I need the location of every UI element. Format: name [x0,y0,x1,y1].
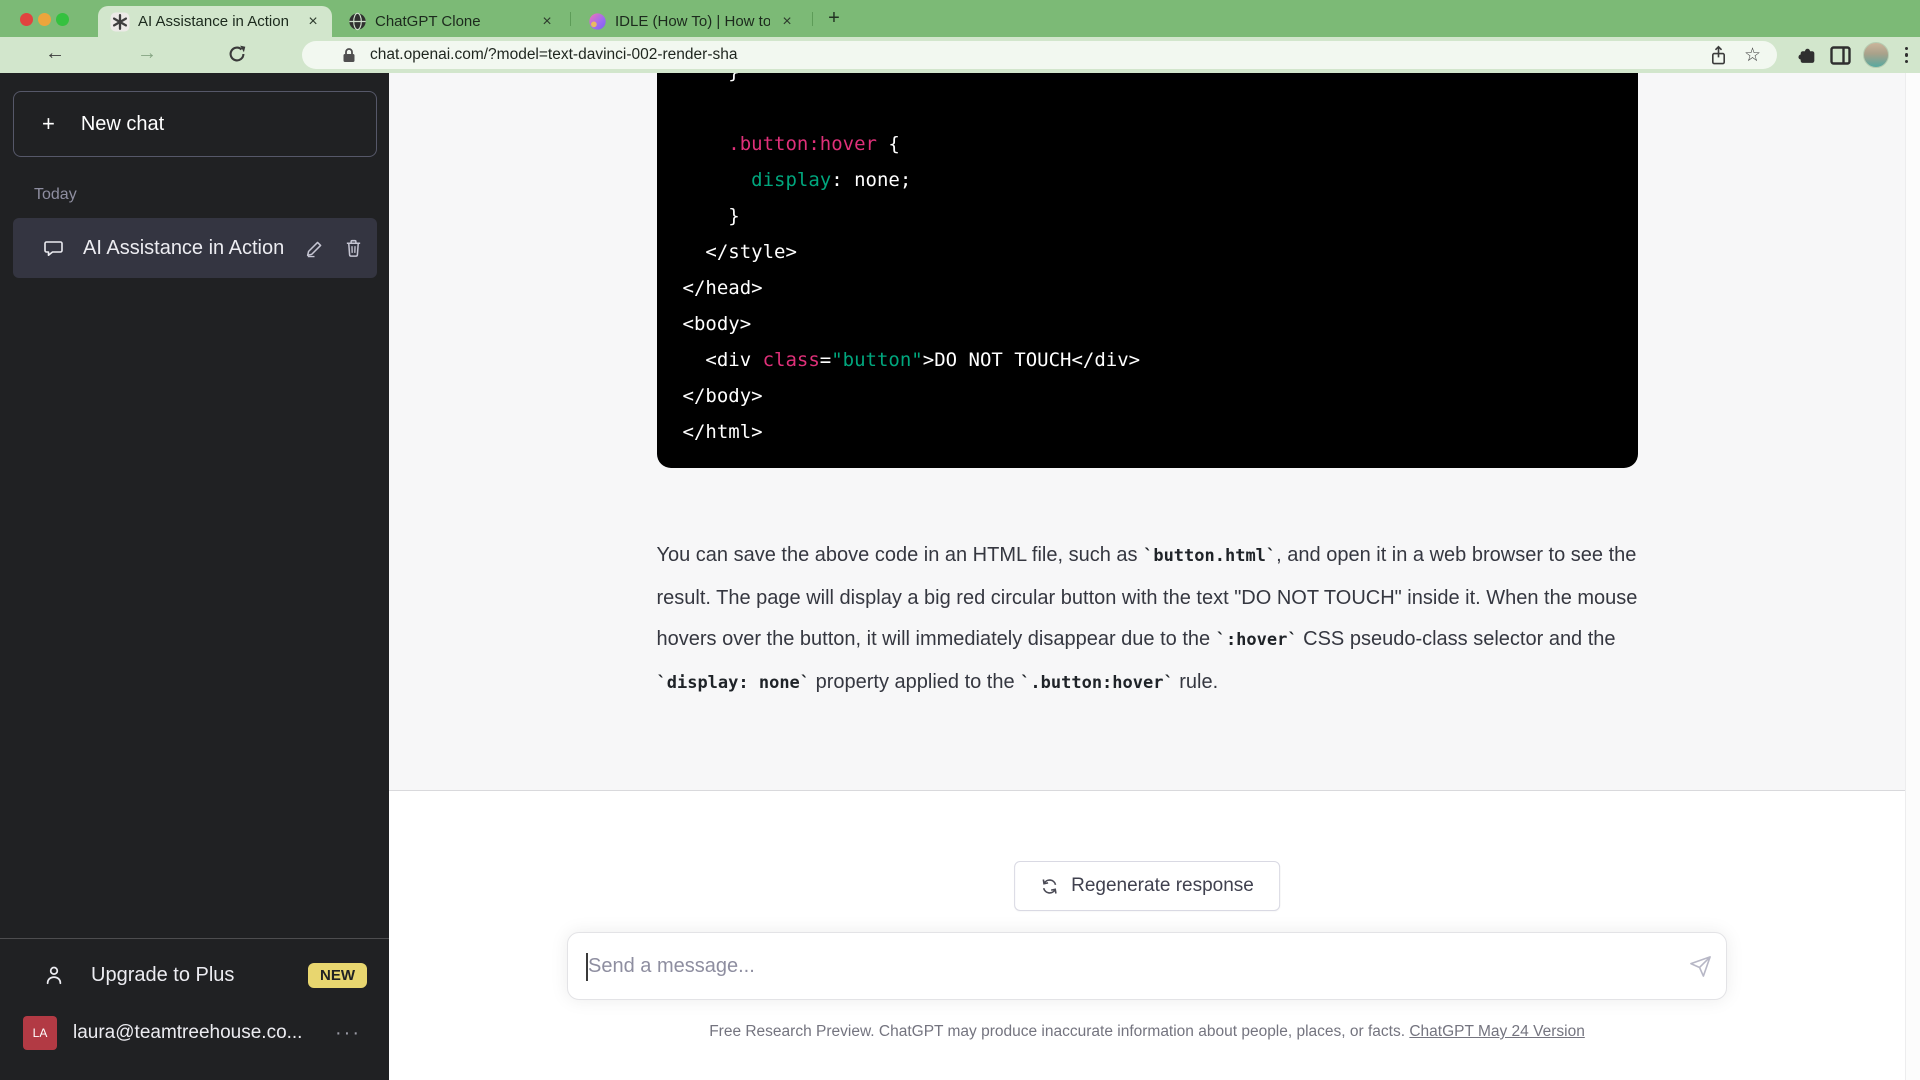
regenerate-icon [1040,877,1059,896]
share-icon[interactable] [1709,45,1728,66]
chat-bubble-icon [43,238,63,258]
account-email: laura@teamtreehouse.co... [73,1022,319,1044]
code-block: } .button:hover { display: none; } </sty… [657,73,1638,468]
message-input[interactable] [568,955,1674,978]
tab-title: AI Assistance in Action [138,13,296,30]
chatgpt-favicon-icon [110,12,130,32]
send-button[interactable] [1674,932,1726,1000]
plus-icon: + [42,111,55,137]
tab-separator [570,12,571,26]
chat-main: } .button:hover { display: none; } </sty… [389,73,1905,1080]
history-section-label: Today [34,186,77,204]
upgrade-to-plus-button[interactable]: Upgrade to Plus NEW [13,949,377,1001]
forward-button[interactable]: → [134,42,160,65]
url-text[interactable]: chat.openai.com/?model=text-davinci-002-… [370,46,1709,64]
new-chat-label: New chat [81,113,164,136]
page-scrollbar[interactable] [1905,73,1920,1080]
assistant-message: } .button:hover { display: none; } </sty… [389,73,1905,791]
person-icon [43,964,65,986]
chatgpt-page: + New chat Today AI Assistance in Action [0,73,1920,1080]
sidebar-chat-item[interactable]: AI Assistance in Action [13,218,377,278]
text-caret [586,953,588,981]
tab-idle-how-to[interactable]: IDLE (How To) | How to Install × [576,6,806,37]
account-options-icon[interactable]: ··· [335,1022,377,1045]
chat-title: AI Assistance in Action [83,237,285,260]
tab-ai-assistance[interactable]: AI Assistance in Action × [98,6,332,37]
address-bar[interactable]: chat.openai.com/?model=text-davinci-002-… [302,41,1777,69]
sidebar-footer: Upgrade to Plus NEW LA laura@teamtreehou… [0,938,389,1080]
new-chat-button[interactable]: + New chat [13,91,377,157]
new-tab-button[interactable]: + [822,7,846,31]
padlock-icon [342,47,356,63]
tab-chatgpt-clone[interactable]: ChatGPT Clone × [336,6,566,37]
back-button[interactable]: ← [42,42,68,65]
new-badge: NEW [308,963,367,988]
send-plane-icon [1689,955,1712,978]
delete-trash-icon[interactable] [344,238,363,258]
bookmark-star-icon[interactable]: ☆ [1744,46,1761,65]
account-menu-button[interactable]: LA laura@teamtreehouse.co... ··· [13,1005,377,1061]
globe-favicon-icon [348,12,367,31]
browser-toolbar: ← → chat.openai.com/?model=text-davinci-… [0,37,1920,73]
sidebar: + New chat Today AI Assistance in Action [0,73,389,1080]
tab-separator [812,12,813,26]
message-composer [567,932,1727,1000]
tab-title: ChatGPT Clone [375,13,530,30]
window-minimize-button[interactable] [38,13,51,26]
edit-pencil-icon[interactable] [305,239,324,258]
upgrade-label: Upgrade to Plus [91,964,282,987]
disclaimer-body: Free Research Preview. ChatGPT may produ… [709,1023,1409,1040]
disclaimer-text: Free Research Preview. ChatGPT may produ… [389,1023,1905,1041]
reload-button[interactable] [227,44,253,64]
regenerate-response-button[interactable]: Regenerate response [1014,861,1280,911]
window-close-button[interactable] [20,13,33,26]
colorful-favicon-icon [588,12,607,31]
regenerate-label: Regenerate response [1071,875,1254,897]
assistant-paragraph: You can save the above code in an HTML f… [657,535,1638,704]
tab-close-icon[interactable]: × [538,13,556,31]
tab-close-icon[interactable]: × [778,13,796,31]
window-zoom-button[interactable] [56,13,69,26]
version-link[interactable]: ChatGPT May 24 Version [1409,1023,1584,1040]
browser-tab-bar: AI Assistance in Action × ChatGPT Clone … [0,0,1920,37]
side-panel-icon[interactable] [1830,46,1851,65]
composer-zone: Regenerate response Free Research Previe… [389,791,1905,1080]
browser-profile-avatar[interactable] [1863,42,1889,68]
tab-title: IDLE (How To) | How to Install [615,13,770,30]
browser-menu-icon[interactable] [1901,47,1913,64]
reload-icon [227,44,247,64]
extensions-icon[interactable] [1797,45,1818,66]
tab-close-icon[interactable]: × [304,13,322,31]
account-avatar: LA [23,1016,57,1050]
